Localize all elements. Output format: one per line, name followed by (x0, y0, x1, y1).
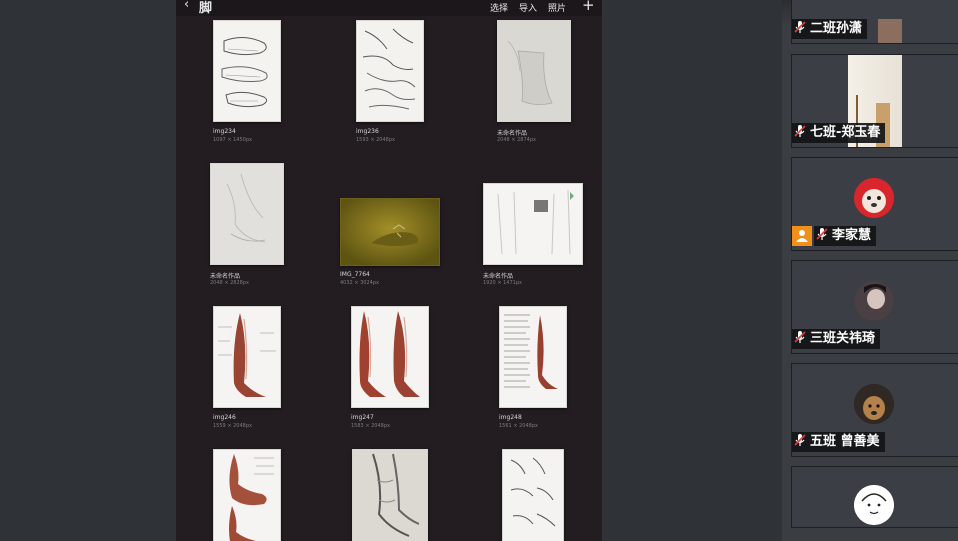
file-name: 未命名作品 (210, 273, 241, 280)
artwork-thumbnail[interactable] (483, 183, 583, 265)
participant-name-tag: 二班孙潇 (792, 19, 868, 39)
dog-avatar-icon (854, 384, 894, 424)
mic-muted-icon (794, 434, 806, 446)
cartoon-face-avatar-icon (854, 485, 894, 525)
participant-name: 七班-郑玉春 (810, 125, 881, 140)
participant-name-tag: 七班-郑玉春 (792, 123, 886, 143)
file-name: img247 (351, 414, 374, 421)
shared-screen: ‹ 脚 选择 导入 照片 + img234 1097 × 1450px img2… (176, 0, 602, 541)
avatar (854, 485, 894, 525)
artwork-thumbnail[interactable] (213, 20, 281, 122)
anatomy-thumbnail[interactable] (213, 306, 281, 408)
person-icon (796, 230, 808, 242)
gallery-toolbar: ‹ 脚 选择 导入 照片 + (176, 0, 602, 16)
back-icon[interactable]: ‹ (184, 0, 189, 12)
participant-name-tag: 李家慧 (814, 226, 877, 246)
leg-muscle-icon (352, 307, 428, 407)
photos-button[interactable]: 照片 (548, 1, 566, 14)
file-name: img234 (213, 128, 236, 135)
anatomy-thumbnail[interactable] (351, 306, 429, 408)
artwork-thumbnail[interactable] (502, 449, 564, 541)
artwork-thumbnail[interactable] (352, 449, 428, 541)
anatomy-thumbnail[interactable] (499, 306, 567, 408)
participant-card[interactable]: 李家慧 (791, 157, 958, 251)
participant-card[interactable]: 五班 曾善美 (791, 363, 958, 457)
artwork-thumbnail[interactable] (356, 20, 424, 122)
file-name: 未命名作品 (483, 273, 514, 280)
file-name: img246 (213, 414, 236, 421)
avatar (854, 384, 894, 424)
file-dimensions: 1593 × 2048px (356, 137, 395, 143)
add-icon[interactable]: + (582, 0, 595, 14)
participant-card[interactable]: 二班孙潇 (791, 0, 958, 44)
foot-muscle-icon (214, 450, 280, 541)
select-button[interactable]: 选择 (490, 1, 508, 14)
foot-sketch-icon (503, 450, 563, 541)
file-name: IMG_7764 (340, 271, 370, 278)
import-button[interactable]: 导入 (519, 1, 537, 14)
avatar (854, 178, 894, 218)
file-dimensions: 1559 × 2048px (213, 423, 252, 429)
file-dimensions: 2048 × 2828px (210, 280, 249, 286)
leg-muscle-icon (214, 307, 280, 407)
mic-muted-icon (816, 228, 828, 240)
photo-thumbnail[interactable] (340, 198, 440, 266)
foot-sketch-icon (357, 21, 423, 121)
participant-name-tag: 五班 曾善美 (792, 432, 885, 452)
file-dimensions: 1583 × 2048px (351, 423, 390, 429)
participant-name: 三班关祎琦 (810, 331, 876, 346)
file-name: img236 (356, 128, 379, 135)
file-dimensions: 1920 × 1471px (483, 280, 522, 286)
file-name: img248 (499, 414, 522, 421)
file-name: 未命名作品 (497, 130, 528, 137)
foot-sketch-icon (214, 21, 280, 121)
gallery-title: 脚 (199, 1, 213, 16)
avatar (854, 281, 894, 321)
leg-muscle-icon (500, 307, 566, 407)
participant-panel: 二班孙潇 七班-郑玉春 李家慧 三班关祎琦 五班 曾善美 (782, 0, 958, 541)
participant-name: 五班 曾善美 (810, 434, 880, 449)
anatomy-thumbnail[interactable] (213, 449, 281, 541)
foot-sketch-icon (211, 164, 283, 264)
participant-name: 李家慧 (832, 228, 872, 243)
mic-muted-icon (794, 21, 806, 33)
participant-name: 二班孙潇 (810, 21, 863, 36)
artwork-thumbnail[interactable] (497, 20, 571, 122)
mic-muted-icon (794, 125, 806, 137)
file-dimensions: 1097 × 1450px (213, 137, 252, 143)
anatomy-sketch-icon (484, 184, 582, 264)
participant-card[interactable]: 七班-郑玉春 (791, 54, 958, 148)
host-badge (792, 226, 812, 246)
file-dimensions: 2048 × 2874px (497, 137, 536, 143)
file-dimensions: 1561 × 2048px (499, 423, 538, 429)
participant-name-tag: 三班关祎琦 (792, 329, 881, 349)
foot-sketch-icon (353, 450, 427, 541)
file-dimensions: 4032 × 3024px (340, 280, 379, 286)
dog-avatar-icon (854, 178, 894, 218)
participant-card[interactable]: 三班关祎琦 (791, 260, 958, 354)
person-avatar-icon (854, 281, 894, 321)
mic-muted-icon (794, 331, 806, 343)
participant-card[interactable] (791, 466, 958, 528)
artwork-thumbnail[interactable] (210, 163, 284, 265)
foot-sketch-icon (498, 21, 570, 121)
participant-video (878, 19, 902, 43)
foot-photo-icon (341, 199, 439, 265)
